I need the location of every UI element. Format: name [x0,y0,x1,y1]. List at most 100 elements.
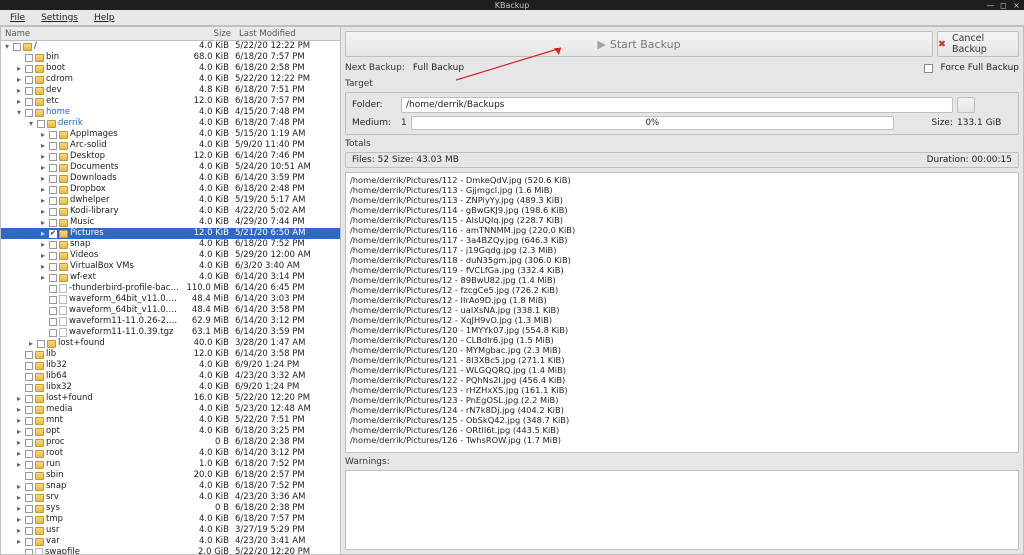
tree-header-name[interactable]: Name [1,27,180,40]
include-checkbox[interactable] [25,109,33,117]
tree-row[interactable]: ▸boot4.0 KiB6/18/20 2:58 PM [1,63,340,74]
tree-row[interactable]: ▸Downloads4.0 KiB6/14/20 3:59 PM [1,173,340,184]
include-checkbox[interactable] [49,263,57,271]
include-checkbox[interactable] [49,241,57,249]
expand-toggle-icon[interactable]: ▸ [39,217,47,228]
include-checkbox[interactable] [49,274,57,282]
tree-row[interactable]: -thunderbird-profile-backup-06_14_2020.t… [1,283,340,294]
include-checkbox[interactable] [49,197,57,205]
tree-row[interactable]: lib12.0 KiB6/14/20 3:58 PM [1,349,340,360]
include-checkbox[interactable] [37,120,45,128]
include-checkbox[interactable] [49,285,57,293]
include-checkbox[interactable] [13,43,21,51]
expand-toggle-icon[interactable]: ▸ [15,503,23,514]
start-backup-button[interactable]: ▶ Start Backup [345,31,933,57]
include-checkbox[interactable] [25,384,33,392]
include-checkbox[interactable] [49,153,57,161]
include-checkbox[interactable] [25,395,33,403]
include-checkbox[interactable] [25,87,33,95]
expand-toggle-icon[interactable]: ▸ [39,184,47,195]
tree-row[interactable]: ▸Music4.0 KiB4/29/20 7:44 PM [1,217,340,228]
folder-browse-button[interactable] [957,97,975,113]
tree-row[interactable]: ▸Dropbox4.0 KiB6/18/20 2:48 PM [1,184,340,195]
include-checkbox[interactable] [49,186,57,194]
include-checkbox[interactable] [49,329,57,337]
expand-toggle-icon[interactable]: ▾ [15,107,23,118]
include-checkbox[interactable] [25,516,33,524]
expand-toggle-icon[interactable]: ▸ [15,492,23,503]
tree-row[interactable]: ▸var4.0 KiB4/23/20 3:41 AM [1,536,340,547]
window-close-button[interactable]: × [1011,0,1022,10]
include-checkbox[interactable] [49,175,57,183]
expand-toggle-icon[interactable]: ▸ [39,206,47,217]
tree-row[interactable]: ▸lost+found16.0 KiB5/22/20 12:20 PM [1,393,340,404]
force-full-backup-checkbox[interactable] [924,64,933,73]
expand-toggle-icon[interactable]: ▸ [15,437,23,448]
include-checkbox[interactable] [49,164,57,172]
menu-settings[interactable]: Settings [35,12,84,24]
include-checkbox[interactable] [49,296,57,304]
menu-help[interactable]: Help [88,12,121,24]
tree-row[interactable]: ▸root4.0 KiB6/14/20 3:12 PM [1,448,340,459]
expand-toggle-icon[interactable]: ▸ [15,415,23,426]
tree-row[interactable]: ▸usr4.0 KiB3/27/19 5:29 PM [1,525,340,536]
include-checkbox[interactable] [25,54,33,62]
tree-row[interactable]: ▸VirtualBox VMs4.0 KiB6/3/20 3:40 AM [1,261,340,272]
tree-row[interactable]: ▸tmp4.0 KiB6/18/20 7:57 PM [1,514,340,525]
include-checkbox[interactable] [25,439,33,447]
expand-toggle-icon[interactable]: ▸ [15,536,23,547]
include-checkbox[interactable] [25,406,33,414]
expand-toggle-icon[interactable]: ▸ [39,272,47,283]
include-checkbox[interactable] [25,527,33,535]
include-checkbox[interactable] [49,131,57,139]
tree-row[interactable]: ▸etc12.0 KiB6/18/20 7:57 PM [1,96,340,107]
include-checkbox[interactable] [25,76,33,84]
include-checkbox[interactable] [25,417,33,425]
tree-row[interactable]: ▸✔Pictures12.0 KiB5/21/20 6:50 AM [1,228,340,239]
tree-row[interactable]: waveform11-11.0.39.tgz63.1 MiB6/14/20 3:… [1,327,340,338]
include-checkbox[interactable] [49,307,57,315]
tree-row[interactable]: bin68.0 KiB6/18/20 7:57 PM [1,52,340,63]
tree-row[interactable]: ▸AppImages4.0 KiB5/15/20 1:19 AM [1,129,340,140]
tree-row[interactable]: ▾home4.0 KiB4/15/20 7:48 PM [1,107,340,118]
expand-toggle-icon[interactable]: ▸ [15,426,23,437]
include-checkbox[interactable] [49,142,57,150]
expand-toggle-icon[interactable]: ▸ [39,140,47,151]
expand-toggle-icon[interactable]: ▸ [15,459,23,470]
expand-toggle-icon[interactable]: ▸ [39,250,47,261]
expand-toggle-icon[interactable]: ▸ [39,261,47,272]
include-checkbox[interactable] [25,450,33,458]
folder-input[interactable]: /home/derrik/Backups [401,97,953,113]
tree-row[interactable]: lib324.0 KiB6/9/20 1:24 PM [1,360,340,371]
expand-toggle-icon[interactable]: ▸ [15,481,23,492]
expand-toggle-icon[interactable]: ▸ [27,338,35,349]
tree-row[interactable]: ▸media4.0 KiB5/23/20 12:48 AM [1,404,340,415]
tree-header-size[interactable]: Size [180,27,235,40]
tree-row[interactable]: ▸Documents4.0 KiB5/24/20 10:51 AM [1,162,340,173]
menu-file[interactable]: File [4,12,31,24]
tree-row[interactable]: ▸lost+found40.0 KiB3/28/20 1:47 AM [1,338,340,349]
include-checkbox[interactable] [25,538,33,546]
tree-row[interactable]: ▾derrik4.0 KiB6/18/20 7:48 PM [1,118,340,129]
window-maximize-button[interactable]: ◻ [998,0,1009,10]
expand-toggle-icon[interactable]: ▸ [15,514,23,525]
include-checkbox[interactable] [25,362,33,370]
include-checkbox[interactable] [25,65,33,73]
tree-row[interactable]: waveform_64bit_v11.0.26.deb48.4 MiB6/14/… [1,294,340,305]
include-checkbox[interactable] [25,373,33,381]
warnings-box[interactable] [345,470,1019,550]
expand-toggle-icon[interactable]: ▸ [15,96,23,107]
include-checkbox[interactable] [25,351,33,359]
tree-row[interactable]: ▸Arc-solid4.0 KiB5/9/20 11:40 PM [1,140,340,151]
include-checkbox[interactable] [25,483,33,491]
tree-row[interactable]: waveform11-11.0.26-2.x86_64.rpm62.9 MiB6… [1,316,340,327]
tree-row[interactable]: ▸snap4.0 KiB6/18/20 7:52 PM [1,239,340,250]
tree-row[interactable]: ▸cdrom4.0 KiB5/22/20 12:22 PM [1,74,340,85]
tree-row[interactable]: libx324.0 KiB6/9/20 1:24 PM [1,382,340,393]
tree-row[interactable]: ▸run1.0 KiB6/18/20 7:52 PM [1,459,340,470]
window-minimize-button[interactable]: — [985,0,996,10]
expand-toggle-icon[interactable]: ▸ [39,239,47,250]
tree-header-modified[interactable]: Last Modified [235,27,340,40]
expand-toggle-icon[interactable]: ▸ [15,74,23,85]
expand-toggle-icon[interactable]: ▸ [39,151,47,162]
